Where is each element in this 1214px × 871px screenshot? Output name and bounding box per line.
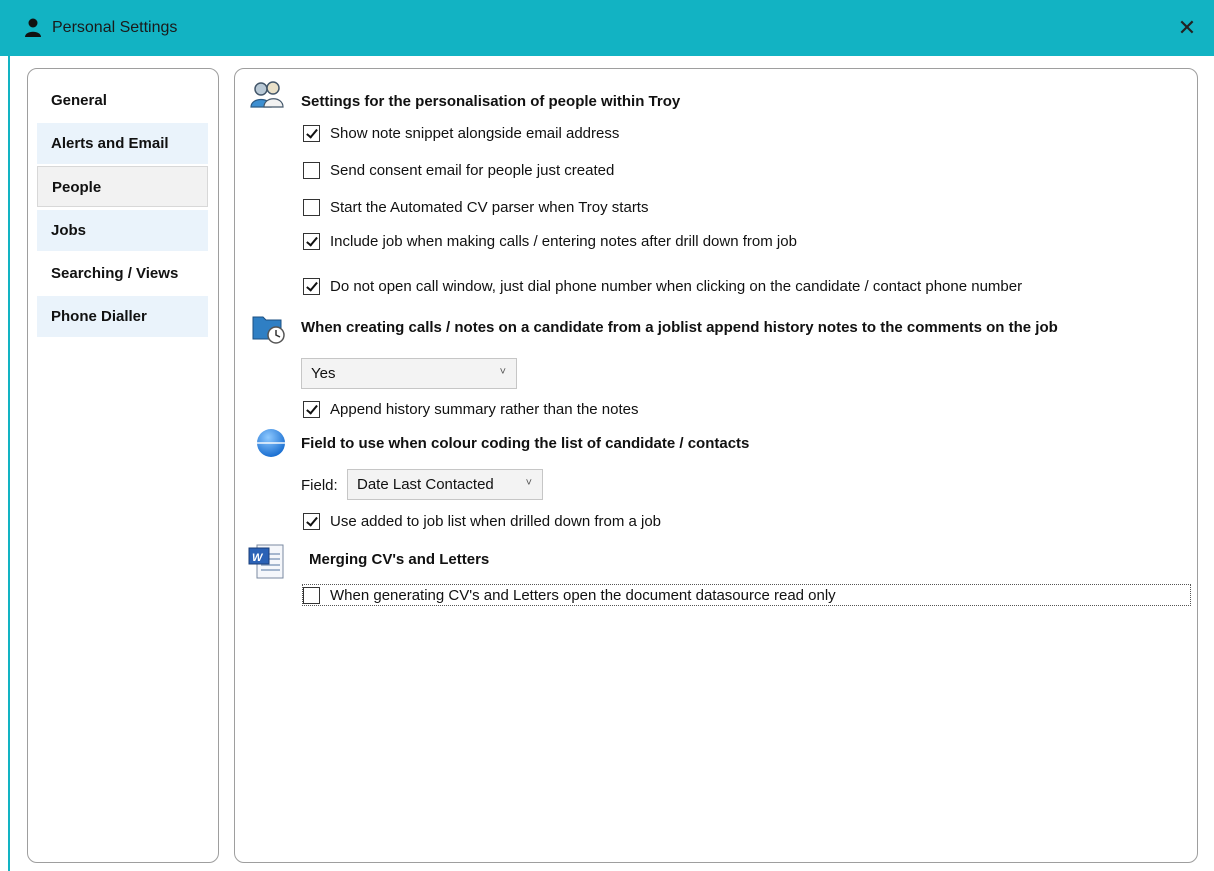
sidebar-item-general[interactable]: General — [37, 80, 208, 121]
sidebar-item-alerts-and-email[interactable]: Alerts and Email — [37, 123, 208, 164]
blue-circle-icon — [257, 429, 285, 457]
window-title: Personal Settings — [52, 19, 178, 36]
option-start-cv-parser[interactable]: Start the Automated CV parser when Troy … — [303, 196, 648, 218]
option-send-consent-email[interactable]: Send consent email for people just creat… — [303, 159, 614, 181]
option-dial-phone-number[interactable]: Do not open call window, just dial phone… — [303, 275, 1022, 297]
close-button[interactable]: ✕ — [1170, 12, 1204, 44]
folder-clock-icon — [252, 316, 285, 344]
send-consent-email-checkbox[interactable] — [303, 161, 320, 179]
append-history-dropdown[interactable]: Yes ˅ — [301, 358, 517, 389]
option-label: Send consent email for people just creat… — [330, 161, 615, 179]
option-label: Do not open call window, just dial phone… — [330, 277, 1023, 295]
sidebar-item-phone-dialler[interactable]: Phone Dialler — [37, 296, 208, 337]
include-job-checkbox[interactable] — [303, 232, 320, 250]
joblist-section-heading: When creating calls / notes on a candida… — [301, 319, 1058, 336]
option-show-note-snippet[interactable]: Show note snippet alongside email addres… — [303, 122, 619, 144]
word-document-icon: W — [248, 544, 284, 579]
close-icon: ✕ — [1177, 15, 1197, 40]
dropdown-value: Yes — [311, 365, 336, 382]
option-use-added-to-job-list[interactable]: Use added to job list when drilled down … — [303, 510, 661, 532]
title-bar: Personal Settings ✕ — [0, 0, 1214, 56]
settings-sidebar: General Alerts and Email People Jobs Sea… — [27, 68, 219, 863]
open-datasource-read-only-checkbox[interactable] — [303, 586, 320, 604]
sidebar-item-jobs[interactable]: Jobs — [37, 210, 208, 251]
merging-section-heading: Merging CV's and Letters — [309, 551, 490, 568]
chevron-down-icon: ˅ — [525, 477, 532, 489]
colour-section-heading: Field to use when colour coding the list… — [301, 435, 750, 452]
chevron-down-icon: ˅ — [499, 366, 506, 378]
colour-field-dropdown[interactable]: Date Last Contacted ˅ — [347, 469, 543, 500]
option-label: Show note snippet alongside email addres… — [330, 124, 620, 142]
people-section-heading: Settings for the personalisation of peop… — [301, 93, 681, 110]
use-added-to-job-list-checkbox[interactable] — [303, 512, 320, 530]
option-label: Append history summary rather than the n… — [330, 400, 639, 418]
option-append-history-summary[interactable]: Append history summary rather than the n… — [303, 398, 639, 420]
start-cv-parser-checkbox[interactable] — [303, 198, 320, 216]
people-icon — [250, 81, 284, 108]
option-include-job[interactable]: Include job when making calls / entering… — [303, 230, 797, 252]
window-left-border — [8, 56, 10, 871]
option-label: Use added to job list when drilled down … — [330, 512, 662, 530]
field-label: Field: — [301, 477, 338, 494]
sidebar-item-people[interactable]: People — [37, 166, 208, 207]
person-icon — [25, 18, 41, 37]
option-label: Include job when making calls / entering… — [330, 232, 797, 250]
svg-text:W: W — [252, 552, 264, 564]
show-note-snippet-checkbox[interactable] — [303, 124, 320, 142]
dropdown-value: Date Last Contacted — [357, 476, 494, 493]
option-label: Start the Automated CV parser when Troy … — [330, 198, 649, 216]
append-history-summary-checkbox[interactable] — [303, 400, 320, 418]
option-open-datasource-read-only[interactable]: When generating CV's and Letters open th… — [302, 584, 1191, 606]
settings-content-panel: Settings for the personalisation of peop… — [234, 68, 1198, 863]
dial-phone-number-checkbox[interactable] — [303, 277, 320, 295]
sidebar-item-searching-views[interactable]: Searching / Views — [37, 253, 208, 294]
option-label: When generating CV's and Letters open th… — [330, 586, 836, 604]
